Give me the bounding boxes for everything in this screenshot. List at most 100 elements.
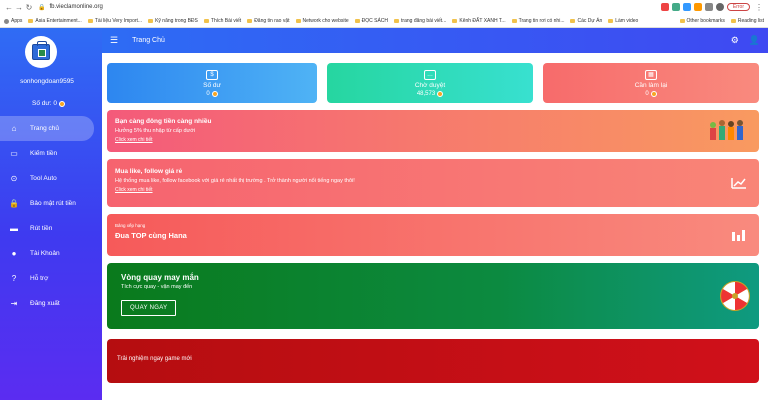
sidebar: sonhongdoan9595 Số dư: 0 ⌂ Trang chủ ▭ Kiếm… [0, 28, 102, 400]
extension-icon[interactable] [682, 3, 691, 11]
help-icon: ? [11, 274, 17, 283]
main: ☰ Trang Chủ ⚙ 👤 $ Số dư 0 … Chờ duyệt 48… [102, 28, 768, 400]
stat-redo: ▦ Cần làm lại 0 [543, 63, 759, 103]
sidebar-item-label: Tài Khoản [30, 250, 60, 257]
back-icon[interactable]: ← [4, 3, 14, 12]
card-title: Vòng quay may mắn [121, 273, 199, 282]
bookmark-label: trang đăng bài viết... [401, 18, 447, 24]
bookmark-item[interactable]: Network cho website [295, 18, 349, 24]
bookmark-item[interactable]: Trang tin rơi có nhi... [511, 18, 565, 24]
sidebar-item[interactable]: ⇥ Đăng xuất [0, 291, 102, 316]
extension-icon[interactable] [660, 3, 669, 11]
bookmark-item[interactable]: Other bookmarks [679, 18, 725, 24]
card-wheel: Vòng quay may mắn Tích cực quay - vận ma… [107, 263, 759, 329]
card-icon: ▬ [10, 224, 18, 233]
home-icon: ⌂ [11, 124, 17, 133]
bookmark-item[interactable]: Các Dự Án [570, 18, 602, 24]
user-settings-icon[interactable]: 👤 [749, 35, 760, 46]
bookmark-item[interactable]: Đăng tin rao vặt [247, 18, 290, 24]
stat-value: 48,573 [416, 90, 436, 97]
forward-icon[interactable]: → [14, 3, 24, 12]
sidebar-item-label: Bảo mật rút tiền [30, 200, 76, 207]
sidebar-item-label: Hỗ trợ [30, 275, 49, 282]
sidebar-item[interactable]: ⌂ Trang chủ [0, 116, 94, 141]
sidebar-item[interactable]: ▭ Kiếm tiền [0, 141, 102, 166]
content: $ Số dư 0 … Chờ duyệt 48,573 ▦ Cần làm l… [107, 63, 759, 383]
card-title: Đua TOP cùng Hana [115, 231, 187, 240]
bookmark-item[interactable]: Asia Entertainment... [28, 18, 82, 24]
crowd-icon [710, 120, 743, 140]
error-button[interactable]: Error [726, 3, 750, 11]
stat-label: Số dư [203, 81, 221, 89]
bookmark-item[interactable]: Kênh ĐẤT XANH T... [452, 18, 506, 24]
coin-icon [211, 90, 218, 97]
lock-icon: 🔒 [38, 4, 46, 11]
bookmark-label: Trang tin rơi có nhi... [518, 18, 565, 24]
logout-icon: ⇥ [10, 299, 18, 308]
extension-icon[interactable] [693, 3, 702, 11]
user-icon: ● [11, 249, 17, 258]
sidebar-item[interactable]: ▬ Rút tiền [0, 216, 102, 241]
topbar: ☰ Trang Chủ ⚙ 👤 [102, 28, 768, 53]
bookmark-item[interactable]: Làm video [608, 18, 638, 24]
folder-icon [608, 19, 614, 23]
folder-icon [679, 19, 685, 23]
browser-chrome: ← → ↻ 🔒 fb.vieclamonline.org Error ⋮ App… [0, 0, 768, 28]
bookmark-label: Các Dự Án [577, 18, 603, 24]
stat-label: Cần làm lại [634, 81, 668, 89]
extension-icon[interactable] [704, 3, 713, 11]
page-title: Trang Chủ [132, 37, 165, 44]
message-icon: … [424, 69, 436, 80]
bookmark-item[interactable]: Tài liệu Very Import... [87, 18, 142, 24]
bookmark-label: ĐỌC SÁCH [361, 18, 389, 24]
folder-icon [394, 19, 400, 23]
card-title: Mua like, follow giá rẻ [115, 168, 183, 175]
sidebar-item[interactable]: ? Hỗ trợ [0, 266, 102, 291]
profile-icon[interactable] [715, 3, 724, 11]
bookmark-label: Reading list [737, 18, 764, 24]
details-link[interactable]: Click xem chi tiết [115, 137, 751, 143]
reload-icon[interactable]: ↻ [24, 3, 34, 12]
coin-icon [650, 90, 657, 97]
bookmark-item[interactable]: Thích Bài viết [203, 18, 241, 24]
bookmark-item[interactable]: Reading list [730, 18, 764, 24]
wallet-icon: ▭ [10, 149, 18, 158]
lucky-wheel-icon [720, 281, 750, 311]
bookmark-label: Apps [11, 18, 23, 24]
bookmark-label: Network cho website [302, 18, 349, 24]
calendar-icon: ▦ [645, 69, 657, 80]
folder-icon [730, 19, 736, 23]
sidebar-item[interactable]: ⊙ Tool Auto [0, 166, 102, 191]
folder-icon [511, 19, 517, 23]
stat-pending: … Chờ duyệt 48,573 [327, 63, 533, 103]
folder-icon [87, 19, 93, 23]
folder-icon [354, 19, 360, 23]
extension-icon[interactable] [671, 3, 680, 11]
bookmark-label: Kỹ năng trong BĐS [155, 18, 198, 24]
logo-bag-icon [32, 41, 50, 60]
folder-icon [148, 19, 154, 23]
card-likes: Mua like, follow giá rẻ Hệ thống mua lik… [107, 159, 759, 207]
spin-now-button[interactable]: QUAY NGAY [121, 300, 177, 316]
address-bar[interactable]: 🔒 fb.vieclamonline.org [38, 4, 661, 11]
bookmark-item[interactable]: Apps [4, 18, 22, 24]
folder-icon [28, 19, 34, 23]
hamburger-icon[interactable]: ☰ [110, 35, 118, 46]
card-desc: Hưởng 5% thu nhập từ cấp dưới [115, 128, 196, 134]
details-link[interactable]: Click xem chi tiết [115, 187, 751, 193]
folder-icon [570, 19, 576, 23]
sidebar-item[interactable]: 🔒 Bảo mật rút tiền [0, 191, 102, 216]
bookmark-item[interactable]: ĐỌC SÁCH [354, 18, 389, 24]
settings-icon[interactable]: ⚙ [731, 35, 739, 46]
card-referral: Bạn càng đông tiền càng nhiều Hưởng 5% t… [107, 110, 759, 152]
kebab-menu-icon[interactable]: ⋮ [754, 3, 764, 12]
bookmark-label: Other bookmarks [686, 18, 725, 24]
sidebar-balance-label: Số dư: 0 [32, 100, 57, 107]
sidebar-item[interactable]: ● Tài Khoản [0, 241, 102, 266]
stat-label: Chờ duyệt [414, 81, 446, 89]
bookmark-item[interactable]: Kỹ năng trong BĐS [148, 18, 198, 24]
card-desc: Tích cực quay - vận may đến [121, 284, 193, 290]
card-title: Bạn càng đông tiền càng nhiều [115, 118, 212, 125]
bookmark-item[interactable]: trang đăng bài viết... [394, 18, 446, 24]
sidebar-item-label: Rút tiền [30, 225, 53, 232]
